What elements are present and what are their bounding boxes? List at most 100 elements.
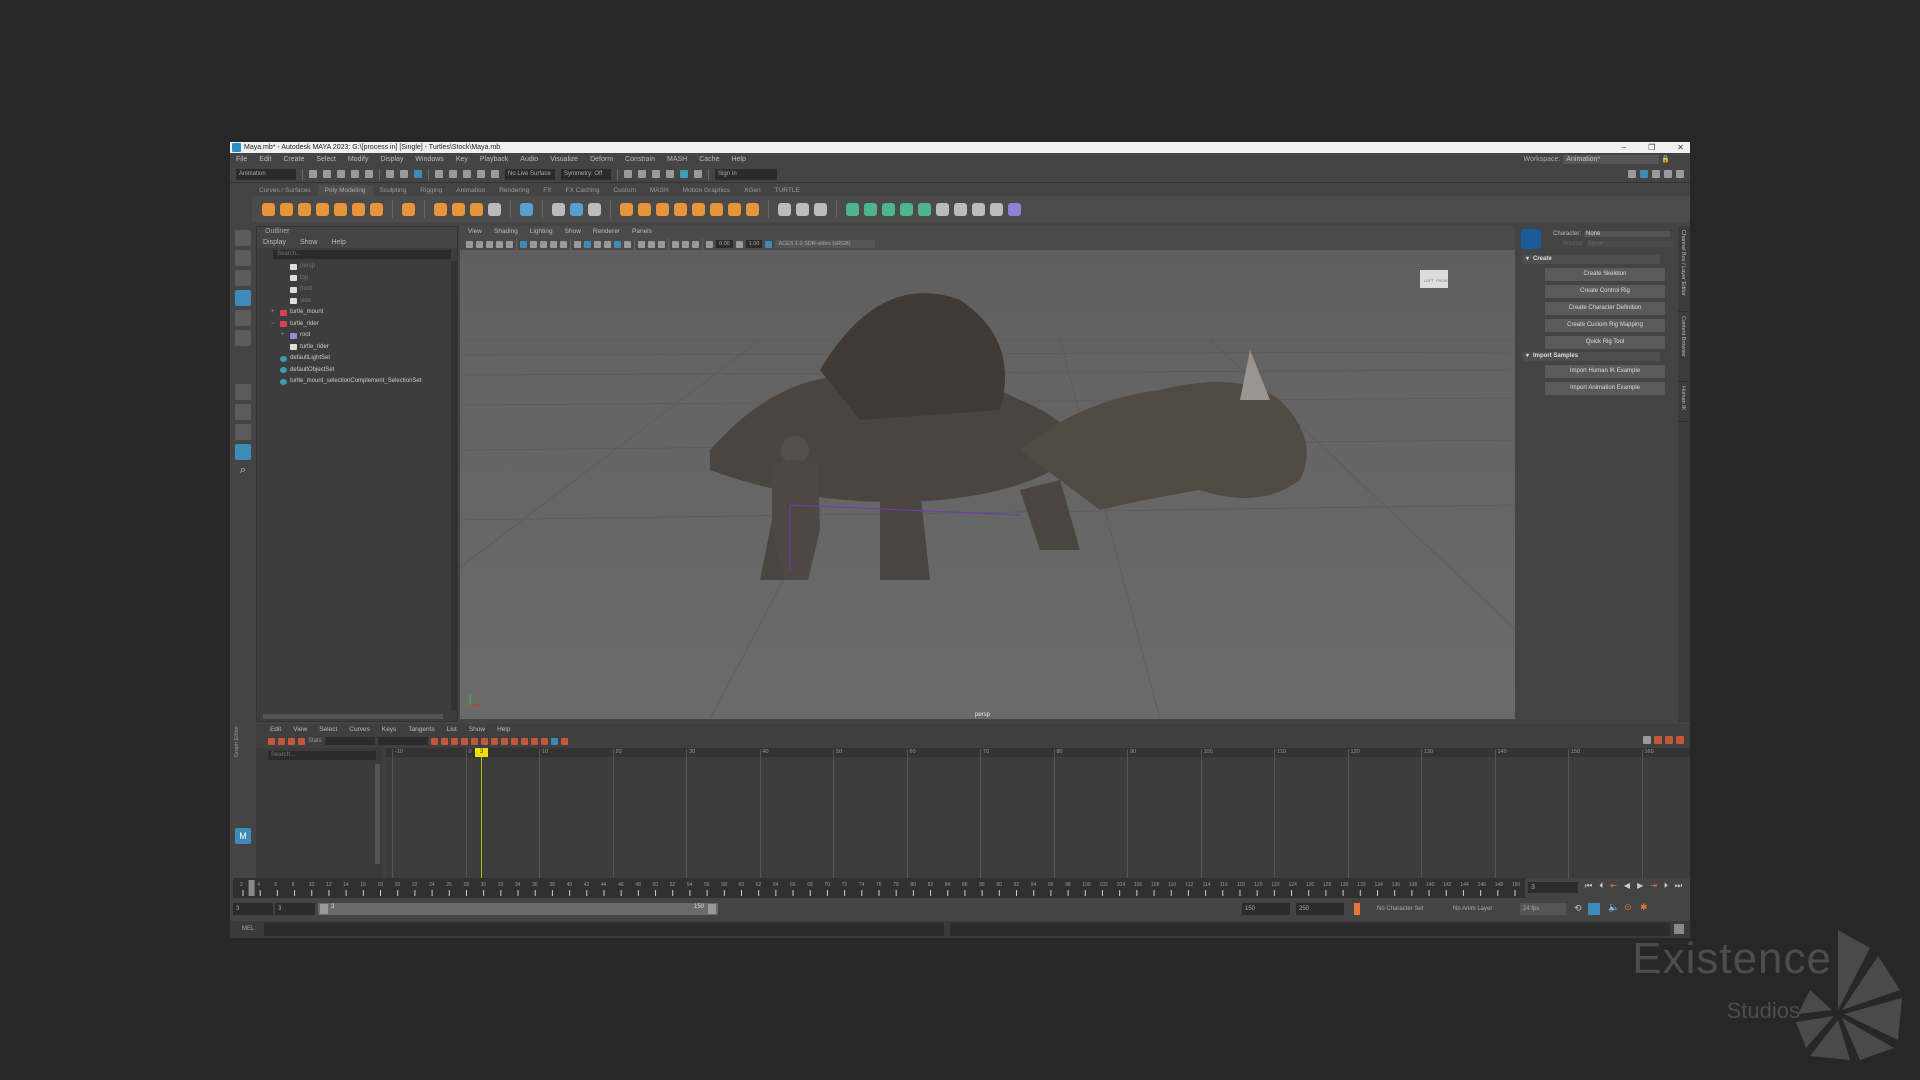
menu-mash[interactable]: MASH [667, 153, 687, 166]
channel-box-icon[interactable] [1676, 170, 1684, 178]
resolution-gate-icon[interactable] [540, 240, 547, 248]
sound-icon[interactable]: 🔈 [1608, 902, 1619, 913]
graph-list-scrollbar[interactable] [375, 764, 380, 864]
outliner-item[interactable]: + turtle_mount [271, 307, 457, 319]
attribute-editor-icon[interactable] [1652, 170, 1660, 178]
menu-create[interactable]: Create [283, 153, 304, 166]
menu-cache[interactable]: Cache [699, 153, 719, 166]
loop-icon[interactable]: ⟲ [1574, 903, 1582, 914]
safe-action-icon[interactable] [560, 240, 567, 248]
step-back-frame-icon[interactable]: ⏴ [1599, 881, 1603, 891]
stacked-view-icon[interactable] [550, 737, 558, 745]
frame-playback-icon[interactable] [450, 737, 458, 745]
camera-attributes-icon[interactable] [476, 240, 483, 248]
live-surface-field[interactable]: No Live Surface [505, 168, 555, 180]
shelf-tool-icon[interactable] [370, 202, 383, 216]
fps-dropdown[interactable]: 24 fps [1520, 903, 1566, 915]
smooth-shade-icon[interactable] [584, 240, 591, 248]
character-dropdown[interactable]: None [1584, 231, 1671, 237]
grease-pencil-icon[interactable] [506, 240, 513, 248]
create-control-rig-button[interactable]: Create Control Rig [1545, 285, 1665, 298]
start-time-field[interactable]: 3 [233, 903, 273, 915]
animation-preferences-icon[interactable]: ✱ [1640, 902, 1648, 913]
shelf-tool-icon[interactable] [846, 202, 859, 216]
exposure-icon[interactable] [706, 240, 713, 248]
normalize-icon[interactable] [560, 737, 568, 745]
pin-icon[interactable] [1643, 736, 1651, 744]
shelf-tab-turtle[interactable]: TURTLE [768, 185, 807, 196]
bookmark-icon[interactable] [486, 240, 493, 248]
color-space-dropdown[interactable]: ACES 1.0 SDR-video (sRGB) [775, 240, 876, 248]
stats-field-1[interactable] [324, 737, 375, 745]
source-dropdown[interactable]: None [1586, 241, 1673, 247]
xray-joints-icon[interactable] [692, 240, 699, 248]
shelf-tool-icon[interactable] [778, 202, 791, 216]
shelf-tool-icon[interactable] [434, 202, 447, 216]
anim-layer-dropdown[interactable]: No Anim Layer [1450, 903, 1510, 915]
region-tool-icon[interactable] [298, 737, 305, 745]
shelf-tool-icon[interactable] [1008, 202, 1021, 216]
step-back-key-icon[interactable]: ⇤ [1610, 881, 1617, 891]
xray-icon[interactable] [682, 240, 689, 248]
outliner-item[interactable]: top [271, 273, 457, 285]
shelf-tab-mash[interactable]: MASH [643, 185, 676, 196]
auto-key-icon[interactable] [1354, 903, 1360, 915]
range-slider[interactable]: 3 150 [318, 903, 718, 915]
shelf-tab-rendering[interactable]: Rendering [492, 185, 536, 196]
scale-tool-icon[interactable] [235, 330, 251, 346]
tool-settings-icon[interactable] [1664, 170, 1672, 178]
search-icon[interactable]: ⌕ [235, 464, 251, 480]
lock-icon[interactable]: 🔒 [1661, 156, 1670, 163]
outliner-scrollbar[interactable] [451, 261, 457, 711]
shelf-tool-icon[interactable] [352, 202, 365, 216]
shelf-tool-icon[interactable] [470, 202, 483, 216]
outliner-item[interactable]: defaultLightSet [271, 353, 457, 365]
rotate-tool-icon[interactable] [235, 310, 251, 326]
stats-field-2[interactable] [377, 737, 428, 745]
3d-scene[interactable]: LEFT FRONT persp [259, 250, 1611, 720]
graph-layout-icon[interactable] [235, 444, 251, 460]
graph-menu-edit[interactable]: Edit [270, 724, 281, 735]
unify-tangent-icon[interactable] [530, 737, 538, 745]
break-tangent-icon[interactable] [520, 737, 528, 745]
shelf-tab-poly-modeling[interactable]: Poly Modeling [317, 185, 373, 196]
viewport-menu-shading[interactable]: Shading [494, 226, 518, 238]
shelf-tool-icon[interactable] [728, 202, 741, 216]
shelf-tool-icon[interactable] [620, 202, 633, 216]
section-create[interactable]: ▾ Create [1523, 255, 1660, 264]
outliner-item[interactable]: side [271, 296, 457, 308]
settings-view-icon[interactable] [1676, 736, 1684, 744]
menu-edit[interactable]: Edit [259, 153, 271, 166]
redo-icon[interactable] [365, 170, 373, 178]
command-input[interactable] [264, 923, 944, 936]
shelf-tab-sculpting[interactable]: Sculpting [373, 185, 414, 196]
frame-all-icon[interactable] [430, 737, 438, 745]
menu-set-dropdown[interactable]: Animation [236, 168, 296, 180]
move-tool-icon[interactable] [235, 290, 251, 306]
render-icon[interactable] [624, 170, 632, 178]
new-scene-icon[interactable] [309, 170, 317, 178]
minimize-button[interactable]: – [1622, 142, 1626, 153]
move-key-icon[interactable] [268, 737, 275, 745]
shelf-tool-icon[interactable] [520, 202, 533, 216]
evaluation-icon[interactable]: ⊙ [1624, 902, 1632, 913]
menu-playback[interactable]: Playback [480, 153, 508, 166]
hik-logo-icon[interactable] [1521, 229, 1541, 249]
outliner-horizontal-scrollbar[interactable] [263, 714, 443, 719]
menu-constrain[interactable]: Constrain [625, 153, 655, 166]
outliner-item[interactable]: defaultObjectSet [271, 365, 457, 377]
go-to-start-icon[interactable]: ⏮ [1585, 881, 1592, 891]
outliner-menu-show[interactable]: Show [300, 237, 318, 248]
graph-menu-show[interactable]: Show [469, 724, 485, 735]
outliner-menu-help[interactable]: Help [331, 237, 345, 248]
menu-help[interactable]: Help [731, 153, 745, 166]
shelf-tool-icon[interactable] [674, 202, 687, 216]
outliner-item[interactable]: + root [271, 330, 457, 342]
import-human-ik-example-button[interactable]: Import Human IK Example [1545, 365, 1665, 378]
dope-sheet-view-icon[interactable] [1665, 736, 1673, 744]
arnold-icon[interactable] [680, 170, 688, 178]
select-object-icon[interactable] [400, 170, 408, 178]
outliner-item[interactable]: turtle_mount_selectionComplement_Selecti… [271, 376, 457, 388]
shelf-tool-icon[interactable] [990, 202, 1003, 216]
shelf-tool-icon[interactable] [746, 202, 759, 216]
